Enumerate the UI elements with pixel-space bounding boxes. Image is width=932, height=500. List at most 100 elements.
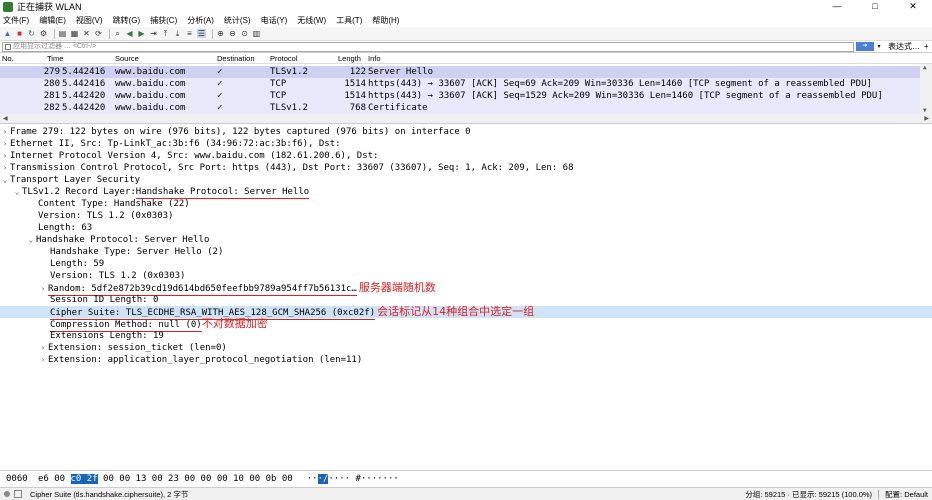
tree-field[interactable]: Version: TLS 1.2 (0x0303) <box>0 270 932 282</box>
packet-row[interactable]: 281 5.442420 www.baidu.com ✓ TCP 1514 ht… <box>0 90 920 102</box>
tree-field[interactable]: Content Type: Handshake (22) <box>0 198 932 210</box>
last-packet-icon[interactable]: ⤓ <box>173 29 182 38</box>
col-protocol[interactable]: Protocol <box>270 54 298 63</box>
scroll-left-icon[interactable]: ◀ <box>3 115 8 122</box>
chevron-down-icon[interactable]: ▾ <box>874 43 884 50</box>
zoom-in-icon[interactable]: ⊕ <box>216 29 225 38</box>
zoom-out-icon[interactable]: ⊖ <box>228 29 237 38</box>
capture-status-icon[interactable] <box>4 491 10 497</box>
tree-node-extension[interactable]: › Extension: session_ticket (len=0) <box>0 342 932 354</box>
packet-list-horizontal-scrollbar[interactable]: ◀ ▶ <box>0 114 932 124</box>
expand-arrow-icon[interactable]: › <box>38 354 48 366</box>
tree-field-selected[interactable]: Cipher Suite: TLS_ECDHE_RSA_WITH_AES_128… <box>0 306 932 320</box>
packet-list-vertical-scrollbar[interactable]: ▲ ▼ <box>920 64 932 114</box>
scroll-right-icon[interactable]: ▶ <box>924 115 929 122</box>
col-length[interactable]: Length <box>338 54 361 63</box>
go-to-packet-icon[interactable]: ⇥ <box>149 29 158 38</box>
autoscroll-icon[interactable]: ≡ <box>185 29 194 38</box>
status-separator <box>878 490 880 499</box>
packet-row[interactable]: 282 5.442420 www.baidu.com ✓ TLSv1.2 768… <box>0 102 920 114</box>
menu-capture[interactable]: 捕获(C) <box>150 15 177 26</box>
expand-arrow-icon[interactable]: › <box>0 162 10 174</box>
go-forward-icon[interactable]: ▶ <box>137 29 146 38</box>
toolbar-separator <box>54 28 55 39</box>
scroll-down-icon[interactable]: ▼ <box>923 107 927 114</box>
colorize-icon[interactable]: ☰ <box>197 29 206 38</box>
collapse-arrow-icon[interactable]: ⌄ <box>0 174 10 186</box>
tree-node-frame[interactable]: › Frame 279: 122 bytes on wire (976 bits)… <box>0 126 932 138</box>
menu-view[interactable]: 视图(V) <box>76 15 103 26</box>
reload-icon[interactable]: ⟳ <box>94 29 103 38</box>
tree-field[interactable]: Handshake Type: Server Hello (2) <box>0 246 932 258</box>
menu-tools[interactable]: 工具(T) <box>336 15 362 26</box>
expand-arrow-icon[interactable]: › <box>0 150 10 162</box>
menu-edit[interactable]: 编辑(E) <box>39 15 66 26</box>
tree-label: TLSv1.2 Record Layer: <box>22 187 136 197</box>
menu-statistics[interactable]: 统计(S) <box>224 15 251 26</box>
bookmark-icon[interactable] <box>5 43 11 50</box>
minimize-button[interactable]: — <box>818 0 856 13</box>
tree-node-random[interactable]: › Random: 5df2e872b39cd19d614bd650feefbb9… <box>0 282 932 296</box>
add-filter-button[interactable]: + <box>924 42 929 51</box>
zoom-reset-icon[interactable]: ⊙ <box>240 29 249 38</box>
tree-node-ip[interactable]: › Internet Protocol Version 4, Src: www.b… <box>0 150 932 162</box>
tree-node-tls[interactable]: ⌄ Transport Layer Security <box>0 174 932 186</box>
expert-info-icon[interactable] <box>14 490 22 498</box>
maximize-button[interactable]: □ <box>856 0 894 13</box>
scroll-up-icon[interactable]: ▲ <box>923 64 927 71</box>
col-destination[interactable]: Destination <box>217 54 255 63</box>
col-no[interactable]: No. <box>2 54 14 63</box>
menu-analyze[interactable]: 分析(A) <box>187 15 214 26</box>
resize-columns-icon[interactable]: ▥ <box>252 29 261 38</box>
shark-fin-start-icon[interactable]: ▲ <box>3 29 12 38</box>
open-file-icon[interactable]: ▤ <box>58 29 67 38</box>
tree-field[interactable]: Compression Method: null (0)不对数据加密 <box>0 318 932 332</box>
status-packets: 分组: 59215 · 已显示: 59215 (100.0%) <box>745 490 873 499</box>
display-filter-input[interactable]: 应用显示过滤器 … <Ctrl-/> <box>2 41 854 52</box>
menu-wireless[interactable]: 无线(W) <box>297 15 326 26</box>
find-packet-icon[interactable]: ⌕ <box>113 29 122 38</box>
apply-filter-arrow-icon[interactable]: ➜ <box>856 42 874 51</box>
close-button[interactable]: ✕ <box>894 0 932 13</box>
tree-node-extension[interactable]: › Extension: application_layer_protocol_n… <box>0 354 932 366</box>
expand-arrow-icon[interactable]: › <box>0 138 10 150</box>
tree-field[interactable]: Length: 63 <box>0 222 932 234</box>
tree-node-handshake[interactable]: ⌄ Handshake Protocol: Server Hello <box>0 234 932 246</box>
tree-field[interactable]: Version: TLS 1.2 (0x0303) <box>0 210 932 222</box>
col-time[interactable]: Time <box>47 54 63 63</box>
hex-before: e6 00 <box>38 474 71 484</box>
col-info[interactable]: Info <box>368 54 381 63</box>
tree-field[interactable]: Length: 59 <box>0 258 932 270</box>
menu-go[interactable]: 跳转(G) <box>113 15 141 26</box>
menu-file[interactable]: 文件(F) <box>3 15 29 26</box>
expand-arrow-icon[interactable]: › <box>38 342 48 354</box>
packet-no: 280 <box>43 79 60 89</box>
collapse-arrow-icon[interactable]: ⌄ <box>26 234 36 246</box>
status-right: 分组: 59215 · 已显示: 59215 (100.0%) 配置: Defa… <box>745 488 928 500</box>
tree-node-record-layer[interactable]: ⌄ TLSv1.2 Record Layer: Handshake Protoco… <box>0 186 932 199</box>
toolbar-separator <box>109 28 110 39</box>
packet-row[interactable]: 280 5.442416 www.baidu.com ✓ TCP 1514 ht… <box>0 78 920 90</box>
packet-bytes-pane[interactable]: 0060 e6 00 c0 2f 00 00 13 00 23 00 00 00… <box>0 470 932 487</box>
col-source[interactable]: Source <box>115 54 139 63</box>
tree-field[interactable]: Extensions Length: 19 <box>0 330 932 342</box>
restart-capture-icon[interactable]: ↻ <box>27 29 36 38</box>
capture-options-icon[interactable]: ⚙ <box>39 29 48 38</box>
save-file-icon[interactable]: ▦ <box>70 29 79 38</box>
menu-help[interactable]: 帮助(H) <box>372 15 399 26</box>
field-length: Length: 63 <box>38 223 93 233</box>
stop-capture-icon[interactable]: ■ <box>15 29 24 38</box>
expression-button[interactable]: 表达式… <box>888 41 920 52</box>
collapse-arrow-icon[interactable]: ⌄ <box>12 186 22 198</box>
tree-node-ethernet[interactable]: › Ethernet II, Src: Tp-LinkT_ac:3b:f6 (34… <box>0 138 932 150</box>
menu-telephony[interactable]: 电话(Y) <box>261 15 288 26</box>
close-file-icon[interactable]: ✕ <box>82 29 91 38</box>
go-back-icon[interactable]: ◀ <box>125 29 134 38</box>
packet-time: 5.442420 <box>62 103 106 113</box>
packet-row[interactable]: 279 5.442416 www.baidu.com ✓ TLSv1.2 122… <box>0 66 920 78</box>
tree-node-tcp[interactable]: › Transmission Control Protocol, Src Port… <box>0 162 932 174</box>
packet-source: www.baidu.com <box>115 67 186 77</box>
first-packet-icon[interactable]: ⤒ <box>161 29 170 38</box>
expand-arrow-icon[interactable]: › <box>0 126 10 138</box>
status-profile[interactable]: 配置: Default <box>885 489 928 500</box>
